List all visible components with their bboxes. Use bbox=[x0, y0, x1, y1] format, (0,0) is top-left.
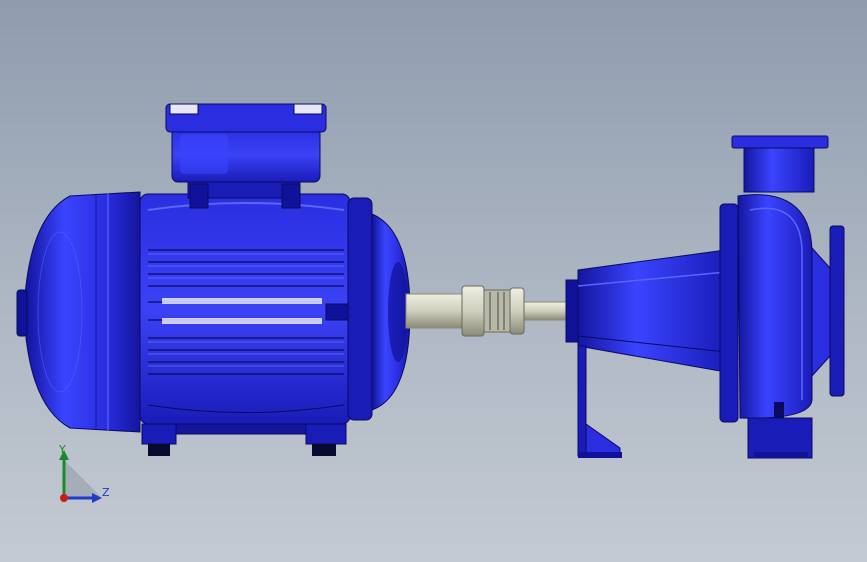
motor-flange[interactable] bbox=[347, 197, 411, 421]
pump-assembly-model[interactable] bbox=[0, 0, 867, 562]
graphics-viewport[interactable]: Y Z bbox=[0, 0, 867, 562]
motor-fan-cover[interactable] bbox=[16, 191, 141, 433]
motor-housing[interactable] bbox=[139, 193, 365, 425]
support-foot[interactable] bbox=[577, 345, 622, 458]
coordinate-triad bbox=[59, 450, 102, 503]
y-axis-label: Y bbox=[59, 443, 66, 456]
coupling[interactable] bbox=[461, 285, 525, 337]
terminal-box[interactable] bbox=[165, 103, 327, 209]
z-axis-label: Z bbox=[102, 486, 110, 499]
discharge-flange[interactable] bbox=[731, 135, 829, 193]
bearing-bracket[interactable] bbox=[565, 249, 727, 373]
pump-casing[interactable] bbox=[719, 194, 831, 459]
origin-icon bbox=[60, 494, 68, 502]
motor-feet[interactable] bbox=[141, 423, 347, 456]
suction-flange[interactable] bbox=[829, 225, 845, 397]
triad-plane-icon bbox=[64, 460, 102, 498]
